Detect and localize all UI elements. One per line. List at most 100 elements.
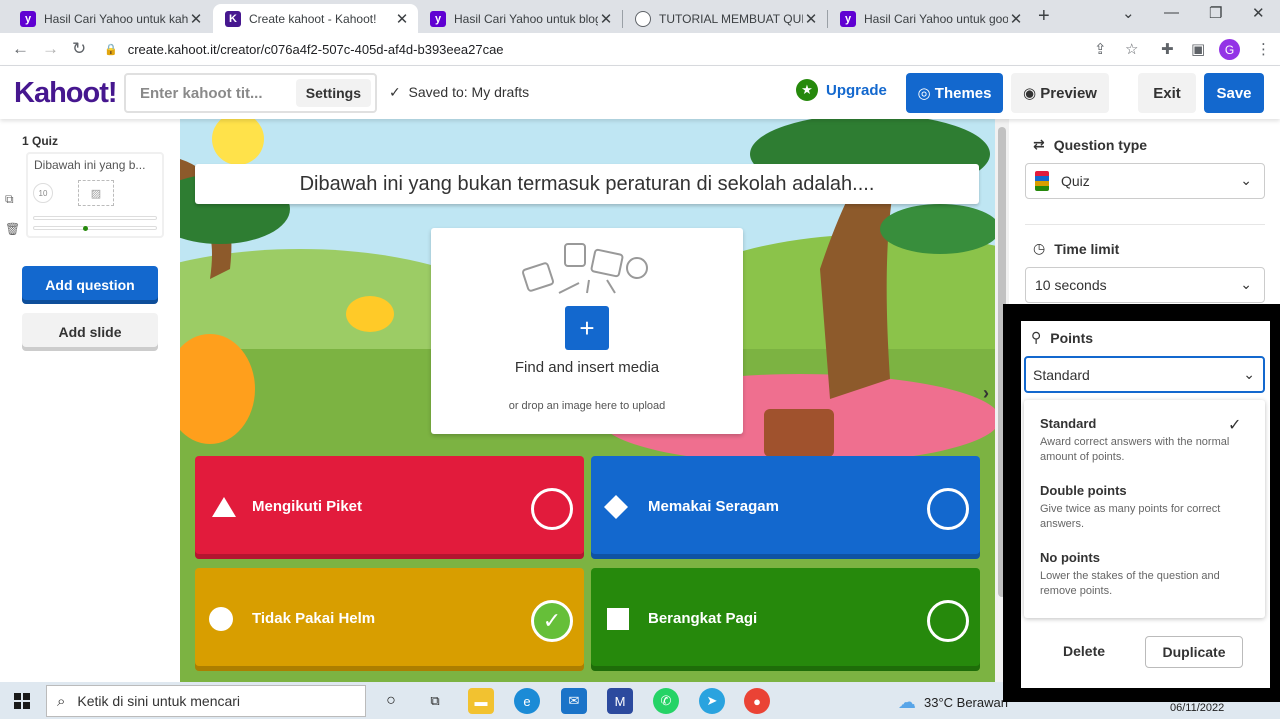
new-tab-icon[interactable]: + — [1038, 5, 1050, 28]
points-select[interactable]: Standard ⌄ — [1024, 356, 1265, 393]
eye-icon: ◉ — [1023, 85, 1037, 102]
thumb-answer-line — [33, 216, 157, 220]
points-option-none[interactable]: No points Lower the stakes of the questi… — [1040, 550, 1250, 599]
points-option-double[interactable]: Double points Give twice as many points … — [1040, 483, 1250, 532]
saved-text: Saved to: My drafts — [408, 84, 530, 100]
browser-tab[interactable]: y Hasil Cari Yahoo untuk blog c ✕ — [418, 4, 622, 33]
edge-icon[interactable]: e — [514, 688, 540, 714]
divider — [1025, 224, 1265, 225]
whatsapp-icon[interactable]: ✆ — [653, 688, 679, 714]
close-tab-icon[interactable]: ✕ — [803, 10, 819, 28]
add-media-button[interactable]: + — [565, 306, 609, 350]
points-section: ⚲ Points Standard ⌄ Standard Award correc… — [1021, 321, 1270, 688]
upgrade-button[interactable]: ★ Upgrade — [796, 79, 887, 101]
weather-widget[interactable]: ☁ 33°C Berawan — [898, 692, 1008, 713]
question-type-select[interactable]: Quiz ⌄ — [1025, 163, 1265, 199]
file-explorer-icon[interactable]: ▬ — [468, 688, 494, 714]
back-icon[interactable]: ← — [12, 39, 29, 59]
answer-1-text: Mengikuti Piket — [252, 498, 363, 515]
exit-button[interactable]: Exit — [1138, 73, 1196, 113]
close-tab-icon[interactable]: ✕ — [1008, 10, 1024, 28]
yahoo-icon: y — [840, 10, 856, 27]
chrome-icon[interactable]: ● — [744, 688, 770, 714]
preview-button[interactable]: ◉ Preview — [1011, 73, 1109, 113]
settings-button[interactable]: Settings — [295, 79, 371, 107]
duplicate-question-button[interactable]: Duplicate — [1145, 636, 1243, 668]
url-field[interactable]: 🔒 create.kahoot.it/creator/c076a4f2-507c… — [104, 37, 1154, 62]
close-tab-icon[interactable]: ✕ — [188, 10, 204, 28]
answer-1[interactable]: Mengikuti Piket — [195, 456, 584, 559]
kahoot-logo[interactable]: Kahoot! — [14, 77, 118, 110]
check-icon: ✓ — [389, 84, 401, 100]
palette-icon: ◎ — [917, 85, 931, 102]
close-tab-icon[interactable]: ✕ — [598, 10, 614, 28]
app-icon[interactable]: M — [607, 688, 633, 714]
cortana-icon[interactable]: ○ — [378, 688, 404, 714]
answer-4[interactable]: Berangkat Pagi — [591, 568, 980, 671]
image-placeholder-icon: ▨ — [78, 180, 114, 206]
forward-icon[interactable]: → — [42, 39, 59, 59]
star-icon: ★ — [796, 79, 818, 101]
extensions-icon[interactable]: ✚ — [1161, 40, 1174, 58]
themes-button[interactable]: ◎ Themes — [906, 73, 1003, 113]
slide-thumbnail[interactable]: Dibawah ini yang b... 10 ▨ — [26, 152, 164, 238]
question-type-text: Question type — [1053, 136, 1148, 153]
reload-icon[interactable]: ↻ — [72, 39, 86, 59]
duplicate-slide-icon[interactable]: ⧉ — [5, 192, 14, 207]
tab-search-icon[interactable]: ⌄ — [1122, 4, 1135, 22]
kahoot-title-input[interactable]: Enter kahoot tit... Settings — [124, 73, 377, 113]
profile-avatar[interactable]: G — [1219, 39, 1240, 60]
chevron-down-icon: ⌄ — [1240, 172, 1252, 188]
delete-question-button[interactable]: Delete — [1063, 643, 1105, 659]
url-text: create.kahoot.it/creator/c076a4f2-507c-4… — [127, 42, 504, 57]
option-description: Give twice as many points for correct an… — [1040, 503, 1221, 530]
question-title-input[interactable]: Dibawah ini yang bukan termasuk peratura… — [195, 164, 979, 204]
answer-3-correct-toggle[interactable]: ✓ — [531, 600, 573, 642]
mail-icon[interactable]: ✉ — [561, 688, 587, 714]
telegram-icon[interactable]: ➤ — [699, 688, 725, 714]
tab-title: Hasil Cari Yahoo untuk goog — [864, 11, 1008, 26]
add-question-button[interactable]: Add question — [22, 266, 158, 304]
selected-check-icon: ✓ — [1228, 417, 1242, 434]
answer-2[interactable]: Memakai Seragam — [591, 456, 980, 559]
close-window-icon[interactable]: ✕ — [1252, 4, 1265, 22]
windows-start-icon[interactable] — [14, 693, 30, 709]
browser-tab[interactable]: y Hasil Cari Yahoo untuk kahoo ✕ — [8, 4, 212, 33]
points-label-text: Points — [1050, 329, 1094, 346]
medal-icon: ⚲ — [1031, 329, 1042, 345]
answer-4-correct-toggle[interactable] — [927, 600, 969, 642]
time-limit-select[interactable]: 10 seconds ⌄ — [1025, 267, 1265, 303]
menu-dots-icon[interactable]: ⋮ — [1256, 40, 1271, 58]
taskbar-date[interactable]: 06/11/2022 — [1170, 702, 1224, 714]
media-upload-area[interactable]: + Find and insert media or drop an image… — [431, 228, 743, 434]
yahoo-icon: y — [20, 10, 36, 27]
taskbar-search-box[interactable]: ⌕ Ketik di sini untuk mencari — [46, 685, 366, 717]
close-tab-icon[interactable]: ✕ — [394, 10, 410, 28]
thumb-answer-line — [33, 226, 157, 230]
media-types-icon — [522, 243, 648, 294]
save-button[interactable]: Save — [1204, 73, 1264, 113]
question-type-label: ⇄ Question type — [1033, 136, 1147, 153]
kahoot-icon: K — [225, 10, 241, 27]
browser-tab[interactable]: y Hasil Cari Yahoo untuk goog ✕ — [828, 4, 1032, 33]
answer-3[interactable]: Tidak Pakai Helm ✓ — [195, 568, 584, 671]
delete-slide-icon[interactable]: 🗑 — [5, 222, 20, 236]
bookmark-star-icon[interactable]: ☆ — [1125, 40, 1138, 58]
option-name: No points — [1040, 550, 1100, 565]
answer-2-correct-toggle[interactable] — [927, 488, 969, 530]
option-description: Award correct answers with the normal am… — [1040, 436, 1230, 463]
share-icon[interactable]: ⇪ — [1094, 40, 1107, 58]
answer-3-text: Tidak Pakai Helm — [252, 610, 376, 627]
restore-icon[interactable]: ❐ — [1209, 4, 1222, 22]
points-dropdown-menu: Standard Award correct answers with the … — [1024, 400, 1265, 618]
minimize-icon[interactable]: — — [1164, 4, 1179, 21]
expand-panel-icon[interactable]: › — [983, 383, 989, 404]
browser-tab-active[interactable]: K Create kahoot - Kahoot! ✕ — [213, 4, 418, 33]
side-panel-icon[interactable]: ▣ — [1191, 40, 1205, 58]
kahoot-header: Kahoot! Enter kahoot tit... Settings ✓ S… — [0, 66, 1280, 119]
task-view-icon[interactable]: ⧉ — [422, 688, 448, 714]
answer-1-correct-toggle[interactable] — [531, 488, 573, 530]
add-slide-button[interactable]: Add slide — [22, 313, 158, 351]
browser-tab[interactable]: TUTORIAL MEMBUAT QUIS O ✕ — [623, 4, 827, 33]
points-option-standard[interactable]: Standard Award correct answers with the … — [1040, 416, 1250, 465]
